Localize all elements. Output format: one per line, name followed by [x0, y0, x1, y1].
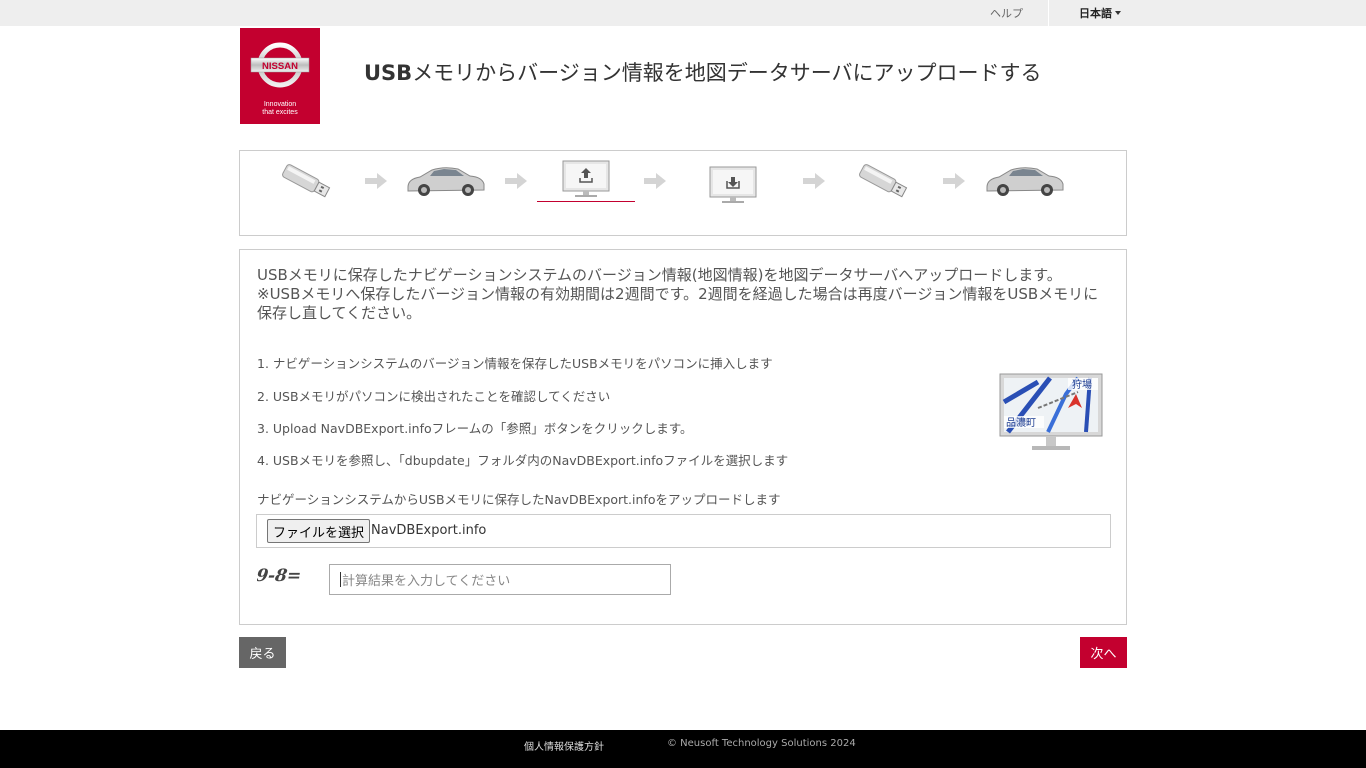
- instruction-step-4: 4. USBメモリを参照し、「dbupdate」フォルダ内のNavDBExpor…: [257, 453, 789, 468]
- svg-text:品濃町: 品濃町: [1006, 416, 1036, 429]
- choose-file-button[interactable]: ファイルを選択: [267, 519, 371, 543]
- footer: 個人情報保護方針 © Neusoft Technology Solutions …: [0, 730, 1366, 768]
- tagline-line-2: that excites: [262, 109, 298, 116]
- next-button[interactable]: 次へ: [1080, 637, 1127, 668]
- svg-text:9-8=: 9-8=: [257, 566, 303, 586]
- instruction-step-2: 2. USBメモリがパソコンに検出されたことを確認してください: [257, 389, 611, 404]
- upload-panel: USBメモリに保存したナビゲーションシステムのバージョン情報(地図情報)を地図デ…: [239, 249, 1127, 625]
- step-usb-icon: [276, 157, 336, 207]
- copyright-text: © Neusoft Technology Solutions 2024: [667, 738, 856, 749]
- brand-tagline: Innovation that excites: [240, 101, 320, 117]
- arrow-right-icon: [365, 173, 387, 189]
- page-title-prefix: USB: [364, 61, 413, 85]
- arrow-right-icon: [943, 173, 965, 189]
- privacy-policy-link[interactable]: 個人情報保護方針: [524, 738, 604, 753]
- selected-file-name: NavDBExport.info: [371, 523, 487, 538]
- arrow-right-icon: [505, 173, 527, 189]
- active-step-indicator: [537, 201, 635, 202]
- tagline-line-1: Innovation: [263, 101, 297, 108]
- page-title-rest: メモリからバージョン情報を地図データサーバにアップロードする: [412, 61, 1042, 85]
- nissan-emblem-icon: NISSAN: [250, 42, 310, 88]
- arrow-right-icon: [644, 173, 666, 189]
- step-download-icon: [707, 157, 759, 207]
- intro-text: USBメモリに保存したナビゲーションシステムのバージョン情報(地図情報)を地図デ…: [257, 266, 1112, 323]
- caret-down-icon: [1115, 11, 1121, 15]
- back-button[interactable]: 戻る: [239, 637, 286, 668]
- arrow-right-icon: [803, 173, 825, 189]
- step-usb-icon: [853, 157, 913, 207]
- captcha-answer-placeholder: 計算結果を入力してください: [342, 574, 511, 589]
- progress-steps: [239, 150, 1127, 236]
- nissan-logo: NISSAN Innovation that excites: [240, 28, 320, 124]
- upload-label: ナビゲーションシステムからUSBメモリに保存したNavDBExport.info…: [257, 492, 781, 507]
- captcha-answer-input[interactable]: 計算結果を入力してください: [329, 564, 671, 595]
- language-label: 日本語: [1079, 7, 1112, 20]
- file-upload-field: ファイルを選択 NavDBExport.info: [256, 514, 1111, 548]
- help-link[interactable]: ヘルプ: [965, 0, 1049, 26]
- navigation-map-monitor-icon: 狩場 品濃町: [999, 373, 1103, 450]
- page-title: USBメモリからバージョン情報を地図データサーバにアップロードする: [364, 57, 1042, 87]
- svg-text:NISSAN: NISSAN: [262, 61, 298, 72]
- instruction-step-1: 1. ナビゲーションシステムのバージョン情報を保存したUSBメモリをパソコンに挿…: [257, 356, 773, 371]
- step-car-icon: [983, 157, 1067, 207]
- step-upload-icon: [560, 157, 612, 207]
- intro-paragraph-2: ※USBメモリへ保存したバージョン情報の有効期間は2週間です。2週間を経過した場…: [257, 285, 1099, 322]
- step-car-icon: [404, 157, 488, 207]
- language-dropdown[interactable]: 日本語: [1050, 0, 1150, 26]
- captcha-image: 9-8=: [257, 566, 303, 586]
- instruction-step-3: 3. Upload NavDBExport.infoフレームの「参照」ボタンをク…: [257, 421, 693, 436]
- text-cursor: [340, 572, 341, 587]
- intro-paragraph-1: USBメモリに保存したナビゲーションシステムのバージョン情報(地図情報)を地図デ…: [257, 266, 1062, 284]
- top-bar: ヘルプ 日本語: [0, 0, 1366, 26]
- svg-text:狩場: 狩場: [1072, 378, 1092, 391]
